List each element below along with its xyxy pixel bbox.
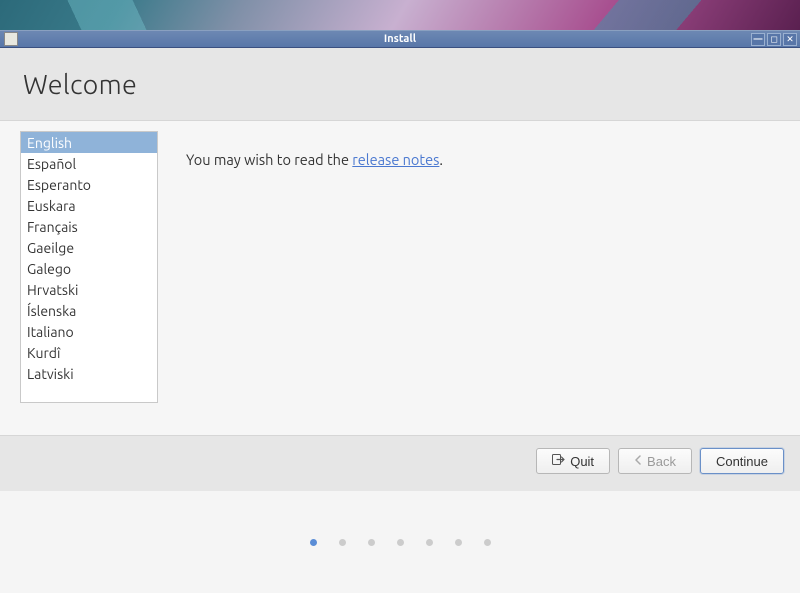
back-label: Back [647,454,676,469]
page-dot[interactable] [484,539,491,546]
info-prefix: You may wish to read the [186,151,352,168]
language-item[interactable]: English [21,132,157,153]
content-area: EnglishEspañolEsperantoEuskaraFrançaisGa… [0,120,800,436]
chevron-left-icon [634,454,642,468]
quit-icon [552,454,565,468]
close-button[interactable]: ✕ [783,33,797,46]
language-item[interactable]: Español [21,153,157,174]
language-list[interactable]: EnglishEspañolEsperantoEuskaraFrançaisGa… [20,131,158,403]
page-dot[interactable] [310,539,317,546]
language-item[interactable]: Gaeilge [21,237,157,258]
language-item[interactable]: Italiano [21,321,157,342]
quit-button[interactable]: Quit [536,448,610,474]
back-button[interactable]: Back [618,448,692,474]
app-icon [4,32,18,46]
continue-label: Continue [716,454,768,469]
window-title: Install [384,33,416,45]
quit-label: Quit [570,454,594,469]
page-dot[interactable] [455,539,462,546]
minimize-button[interactable]: — [751,33,765,46]
language-item[interactable]: Hrvatski [21,279,157,300]
desktop-background [0,0,800,30]
info-text-area: You may wish to read the release notes. [158,131,780,421]
language-item[interactable]: Français [21,216,157,237]
language-item[interactable]: Esperanto [21,174,157,195]
page-title: Welcome [0,48,800,120]
window-titlebar: Install — ◻ ✕ [0,30,800,48]
button-row: Quit Back Continue [0,436,800,491]
installer-window: Welcome EnglishEspañolEsperantoEuskaraFr… [0,48,800,491]
page-indicator [0,491,800,593]
maximize-button[interactable]: ◻ [767,33,781,46]
language-item[interactable]: Latviski [21,363,157,384]
window-controls: — ◻ ✕ [751,33,797,46]
page-dot[interactable] [368,539,375,546]
page-dot[interactable] [339,539,346,546]
page-dot[interactable] [426,539,433,546]
language-item[interactable]: Íslenska [21,300,157,321]
release-notes-link[interactable]: release notes [352,151,439,168]
language-item[interactable]: Galego [21,258,157,279]
page-dot[interactable] [397,539,404,546]
language-item[interactable]: Euskara [21,195,157,216]
language-item[interactable]: Kurdî [21,342,157,363]
info-suffix: . [439,151,443,168]
continue-button[interactable]: Continue [700,448,784,474]
